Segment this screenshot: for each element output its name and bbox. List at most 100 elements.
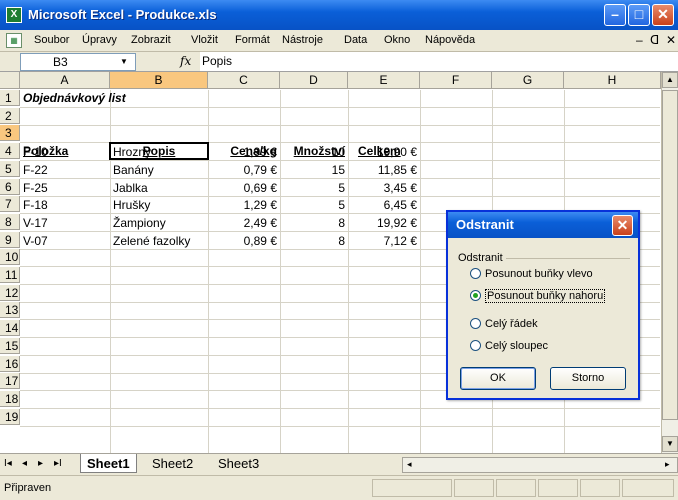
cell-cena[interactable]: 0,69 €: [208, 180, 280, 196]
cell-popis[interactable]: Zelené fazolky: [110, 233, 208, 249]
cell-polozka[interactable]: F-10: [20, 144, 110, 160]
row-header[interactable]: 2: [0, 107, 20, 124]
row-header[interactable]: 18: [0, 390, 20, 407]
scroll-right-icon[interactable]: ▸: [665, 459, 670, 470]
column-header-a[interactable]: A: [20, 72, 110, 89]
tab-sheet2[interactable]: Sheet2: [146, 454, 199, 473]
cell-celkem[interactable]: 7,12 €: [348, 233, 420, 249]
row-header[interactable]: 15: [0, 337, 20, 354]
cell-polozka[interactable]: F-22: [20, 162, 110, 178]
cell-cena[interactable]: 0,79 €: [208, 162, 280, 178]
row-header[interactable]: 19: [0, 408, 20, 425]
cell-cena[interactable]: 1,99 €: [208, 144, 280, 160]
column-header-g[interactable]: G: [492, 72, 564, 89]
menu-zobrazit[interactable]: Zobrazit: [131, 34, 171, 46]
menu-nastroje[interactable]: Nástroje: [282, 34, 323, 46]
row-header[interactable]: 14: [0, 320, 20, 337]
prev-sheet-button[interactable]: ◂: [22, 458, 27, 469]
cell-celkem[interactable]: 3,45 €: [348, 180, 420, 196]
horizontal-scrollbar[interactable]: ◂ ▸: [402, 457, 678, 473]
cell-popis[interactable]: Hrušky: [110, 197, 208, 213]
radio-dot-icon[interactable]: [470, 318, 481, 329]
row-header[interactable]: 1: [0, 90, 20, 106]
name-box[interactable]: B3: [20, 53, 136, 71]
cell-mnozstvi[interactable]: 5: [280, 180, 348, 196]
sheet-title-cell[interactable]: Objednávkový list: [20, 90, 220, 106]
row-header[interactable]: 10: [0, 249, 20, 266]
row-header[interactable]: 16: [0, 355, 20, 372]
cell-mnozstvi[interactable]: 10: [280, 144, 348, 160]
close-button[interactable]: ✕: [652, 4, 674, 26]
row-header[interactable]: 5: [0, 160, 20, 177]
menu-soubor[interactable]: Soubor: [34, 34, 69, 46]
radio-dot-icon[interactable]: [470, 268, 481, 279]
scroll-up-button[interactable]: ▲: [662, 72, 678, 88]
row-header[interactable]: 17: [0, 373, 20, 390]
scroll-left-icon[interactable]: ◂: [407, 459, 412, 470]
menu-okno[interactable]: Okno: [384, 34, 410, 46]
cell-polozka[interactable]: V-17: [20, 215, 110, 231]
scroll-down-button[interactable]: ▼: [662, 436, 678, 452]
menu-data[interactable]: Data: [344, 34, 367, 46]
maximize-button[interactable]: □: [628, 4, 650, 26]
cell-popis[interactable]: Jablka: [110, 180, 208, 196]
dialog-close-button[interactable]: ✕: [612, 215, 633, 236]
radio-shift-up[interactable]: Posunout buňky nahoru: [470, 289, 606, 303]
row-header[interactable]: 11: [0, 267, 20, 283]
cell-polozka[interactable]: V-07: [20, 233, 110, 249]
cell-popis[interactable]: Hrozny: [110, 144, 208, 160]
menu-napoveda[interactable]: Nápověda: [425, 34, 475, 46]
formula-input[interactable]: Popis: [200, 52, 678, 71]
cell-popis[interactable]: Banány: [110, 162, 208, 178]
next-sheet-button[interactable]: ▸: [38, 458, 43, 469]
cell-polozka[interactable]: F-18: [20, 197, 110, 213]
cell-cena[interactable]: 0,89 €: [208, 233, 280, 249]
cell-celkem[interactable]: 19,92 €: [348, 215, 420, 231]
menu-format[interactable]: Formát: [235, 34, 270, 46]
cell-celkem[interactable]: 6,45 €: [348, 197, 420, 213]
last-sheet-button[interactable]: ▸I: [54, 458, 62, 469]
chevron-down-icon[interactable]: ▼: [120, 57, 128, 66]
row-header[interactable]: 4: [0, 143, 20, 160]
cell-polozka[interactable]: F-25: [20, 180, 110, 196]
vertical-scrollbar[interactable]: ▲ ▼: [661, 72, 678, 453]
column-header-f[interactable]: F: [420, 72, 492, 89]
row-header[interactable]: 9: [0, 231, 20, 248]
radio-shift-left[interactable]: Posunout buňky vlevo: [470, 268, 593, 280]
doc-minimize-button[interactable]: –: [636, 33, 643, 47]
radio-entire-row[interactable]: Celý řádek: [470, 318, 538, 330]
cell-celkem[interactable]: 19,90 €: [348, 144, 420, 160]
column-header-b[interactable]: B: [110, 72, 208, 89]
row-header[interactable]: 12: [0, 284, 20, 301]
excel-app-icon[interactable]: X: [6, 7, 22, 23]
column-header-e[interactable]: E: [348, 72, 420, 89]
cell-celkem[interactable]: 11,85 €: [348, 162, 420, 178]
radio-entire-column[interactable]: Celý sloupec: [470, 340, 548, 352]
radio-dot-icon[interactable]: [470, 340, 481, 351]
doc-restore-button[interactable]: ᗡ: [650, 33, 659, 47]
column-header-c[interactable]: C: [208, 72, 280, 89]
cell-mnozstvi[interactable]: 5: [280, 197, 348, 213]
row-header[interactable]: 3: [0, 125, 20, 142]
first-sheet-button[interactable]: I◂: [4, 458, 12, 469]
column-header-h[interactable]: H: [564, 72, 661, 89]
radio-dot-icon[interactable]: [470, 290, 481, 301]
scroll-thumb[interactable]: [662, 90, 678, 420]
row-header[interactable]: 6: [0, 178, 20, 195]
document-icon[interactable]: ▦: [6, 33, 22, 48]
select-all-corner[interactable]: [0, 72, 20, 89]
column-header-d[interactable]: D: [280, 72, 348, 89]
tab-sheet1[interactable]: Sheet1: [80, 454, 137, 473]
menu-upravy[interactable]: Úpravy: [82, 34, 117, 46]
minimize-button[interactable]: –: [604, 4, 626, 26]
ok-button[interactable]: OK: [460, 367, 536, 390]
row-header[interactable]: 7: [0, 196, 20, 213]
tab-sheet3[interactable]: Sheet3: [212, 454, 265, 473]
row-header[interactable]: 8: [0, 213, 20, 230]
doc-close-button[interactable]: ✕: [666, 33, 676, 47]
cell-cena[interactable]: 2,49 €: [208, 215, 280, 231]
menu-vlozit[interactable]: Vložit: [191, 34, 218, 46]
cell-mnozstvi[interactable]: 8: [280, 233, 348, 249]
cancel-button[interactable]: Storno: [550, 367, 626, 390]
row-header[interactable]: 13: [0, 302, 20, 319]
